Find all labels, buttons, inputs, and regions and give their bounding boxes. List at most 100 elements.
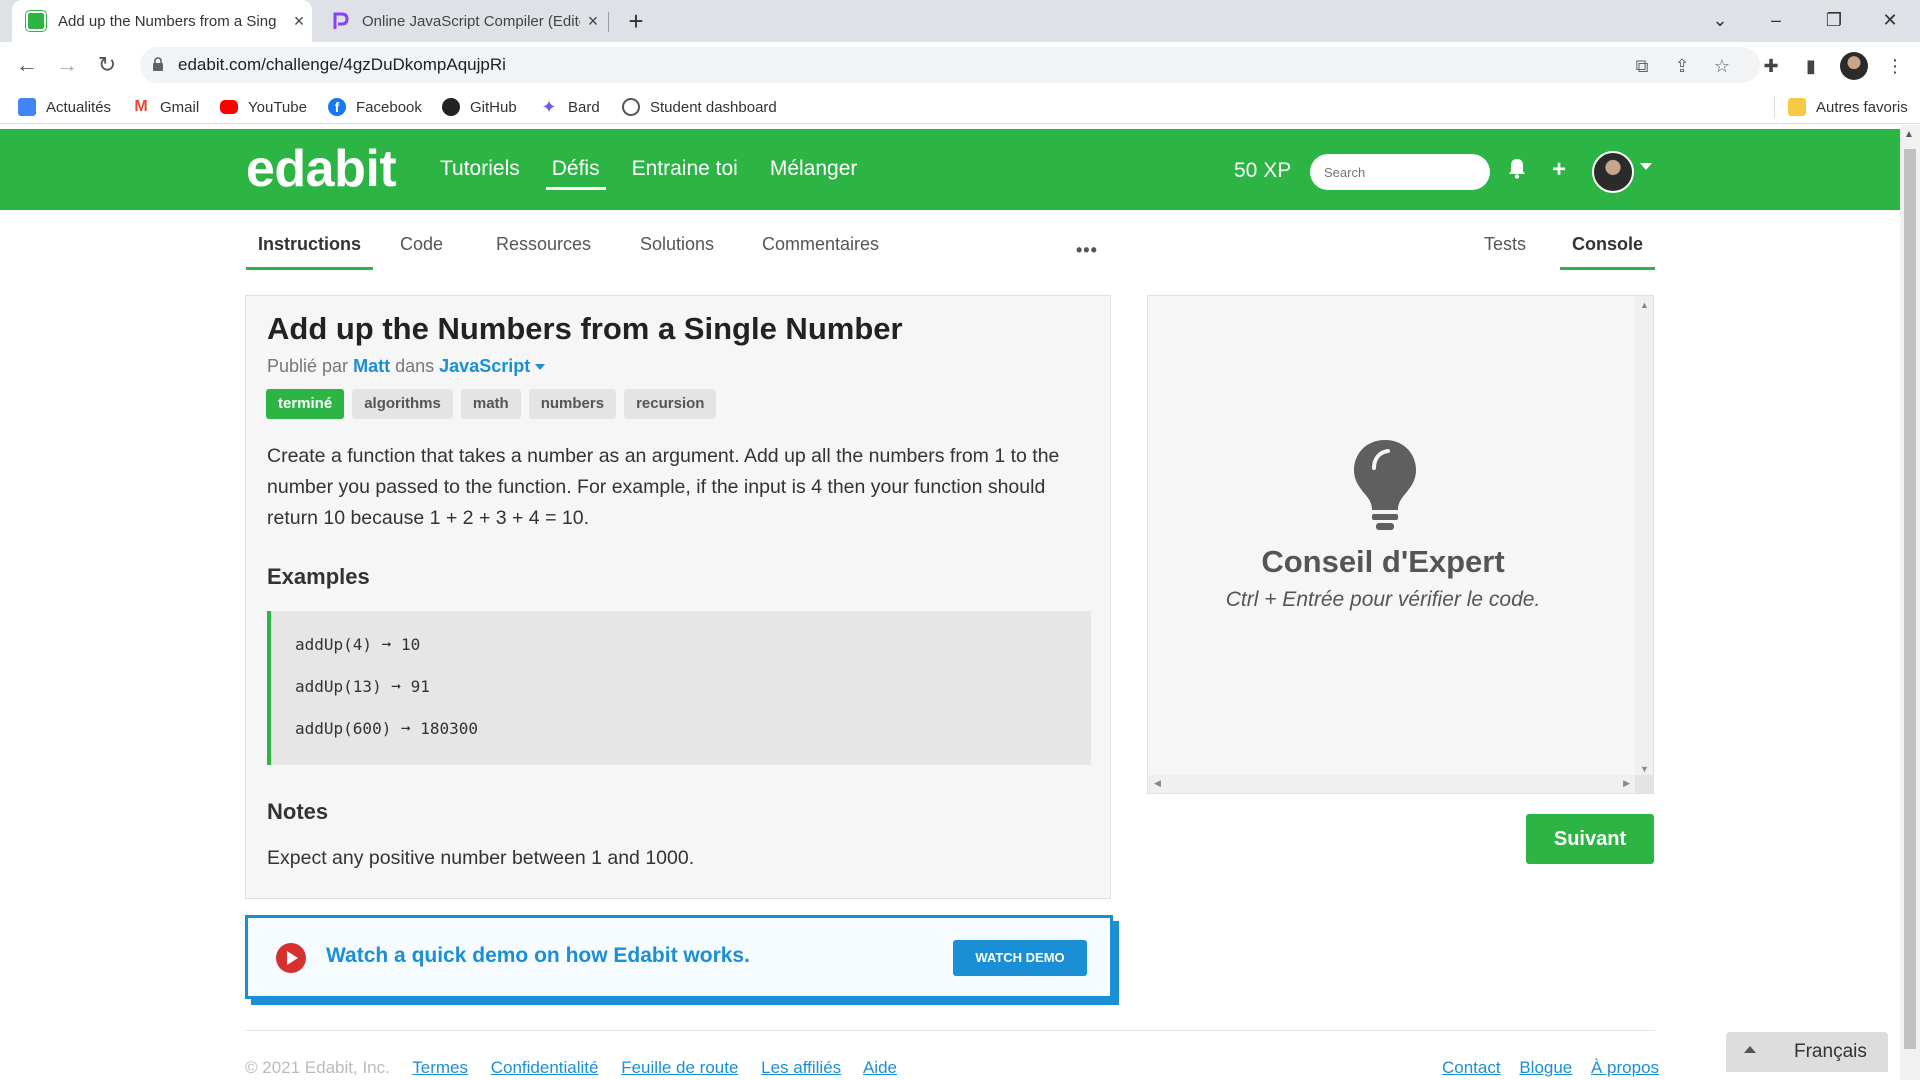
footer-link-feuille-de-route[interactable]: Feuille de route <box>621 1058 738 1077</box>
tag-status[interactable]: terminé <box>266 389 345 419</box>
bookmark-facebook[interactable]: f Facebook <box>328 96 422 118</box>
play-icon[interactable] <box>276 943 306 973</box>
search-input[interactable] <box>1310 154 1490 190</box>
console-panel[interactable]: ▲ ▼ ◀ ▶ Conseil d'Expert Ctrl + Entrée p… <box>1147 295 1654 794</box>
plus-icon[interactable]: + <box>1546 157 1572 183</box>
next-button[interactable]: Suivant <box>1526 814 1654 864</box>
edabit-logo[interactable]: edabit <box>246 139 397 199</box>
tab-solutions[interactable]: Solutions <box>628 226 726 267</box>
footer-link-a-propos[interactable]: À propos <box>1591 1058 1659 1077</box>
console-subtitle: Ctrl + Entrée pour vérifier le code. <box>1225 588 1541 611</box>
page-viewport: edabit Tutoriels Défis Entraine toi Méla… <box>0 125 1900 1080</box>
page-scrollbar[interactable]: ▲ <box>1900 125 1920 1080</box>
scroll-left-icon[interactable]: ◀ <box>1154 778 1161 789</box>
close-window-button[interactable]: ✕ <box>1862 0 1918 42</box>
translate-icon[interactable]: ⧉ <box>1630 54 1654 78</box>
forward-arrow-icon[interactable]: → <box>52 50 82 80</box>
footer-link-contact[interactable]: Contact <box>1442 1058 1501 1077</box>
tab-console[interactable]: Console <box>1560 226 1656 270</box>
browser-tab-bar: Add up the Numbers from a Sing × Online … <box>0 0 1920 42</box>
watch-demo-button[interactable]: WATCH DEMO <box>953 940 1087 976</box>
bookmark-label: GitHub <box>470 98 517 116</box>
bookmark-github[interactable]: GitHub <box>442 96 517 118</box>
bookmark-youtube[interactable]: YouTube <box>220 96 307 118</box>
footer-link-termes[interactable]: Termes <box>412 1058 468 1077</box>
extensions-puzzle-icon[interactable]: ✚ <box>1758 54 1784 78</box>
console-vertical-scrollbar[interactable]: ▲ ▼ <box>1635 296 1653 776</box>
restore-button[interactable]: ❐ <box>1806 0 1862 42</box>
bookmark-gmail[interactable]: M Gmail <box>132 96 199 118</box>
tab-instructions[interactable]: Instructions <box>246 226 374 270</box>
nav-melanger[interactable]: Mélanger <box>764 153 864 190</box>
share-icon[interactable]: ⇪ <box>1670 54 1694 78</box>
tab-search-chevron-icon[interactable]: ⌄ <box>1692 0 1748 42</box>
profile-avatar[interactable] <box>1840 52 1868 80</box>
bookmark-bard[interactable]: ✦ Bard <box>540 96 600 118</box>
bookmark-actualites[interactable]: Actualités <box>18 96 111 118</box>
example-line: addUp(13) ➞ 91 <box>295 677 430 696</box>
footer-left: © 2021 Edabit, Inc. Termes Confidentiali… <box>245 1058 915 1078</box>
tab-tests[interactable]: Tests <box>1472 226 1538 267</box>
other-bookmarks-folder[interactable]: Autres favoris <box>1788 96 1908 118</box>
scroll-up-icon[interactable]: ▲ <box>1640 300 1649 310</box>
github-icon <box>442 98 460 116</box>
new-tab-button[interactable]: + <box>620 6 652 38</box>
globe-icon <box>622 98 640 116</box>
footer-link-blogue[interactable]: Blogue <box>1519 1058 1572 1077</box>
footer-link-aide[interactable]: Aide <box>863 1058 897 1077</box>
scroll-down-icon[interactable]: ▼ <box>1640 764 1649 774</box>
language-dropdown[interactable]: JavaScript <box>439 356 530 376</box>
console-horizontal-scrollbar[interactable]: ◀ ▶ <box>1148 775 1636 793</box>
language-selector[interactable]: Français <box>1726 1032 1888 1072</box>
tab-code[interactable]: Code <box>388 226 455 267</box>
tag[interactable]: numbers <box>528 389 617 419</box>
tag[interactable]: algorithms <box>352 389 453 419</box>
side-panel-icon[interactable]: ▮ <box>1798 54 1824 78</box>
challenge-tabs: Instructions Code Ressources Solutions C… <box>246 226 1656 274</box>
browser-toolbar: ← → ↻ edabit.com/challenge/4gzDuDkompAqu… <box>0 42 1920 88</box>
demo-text[interactable]: Watch a quick demo on how Edabit works. <box>326 944 750 968</box>
browser-tab-active[interactable]: Add up the Numbers from a Sing × <box>12 0 312 42</box>
chevron-down-icon[interactable] <box>1640 163 1652 170</box>
footer-link-confidentialite[interactable]: Confidentialité <box>491 1058 599 1077</box>
bookmark-label: Actualités <box>46 98 112 116</box>
nav-defis[interactable]: Défis <box>545 153 606 190</box>
bell-icon[interactable] <box>1504 157 1530 183</box>
site-header: edabit Tutoriels Défis Entraine toi Méla… <box>0 129 1900 210</box>
bookmark-label: YouTube <box>248 98 307 116</box>
address-bar[interactable]: edabit.com/challenge/4gzDuDkompAqujpRi <box>140 47 1760 83</box>
close-tab-icon[interactable]: × <box>286 11 312 32</box>
minimize-button[interactable]: – <box>1748 0 1804 42</box>
bookmark-student-dashboard[interactable]: Student dashboard <box>622 96 777 118</box>
footer-link-affilies[interactable]: Les affiliés <box>761 1058 841 1077</box>
bookmark-star-icon[interactable]: ☆ <box>1710 54 1734 78</box>
google-news-icon <box>18 98 36 116</box>
chevron-down-icon[interactable] <box>535 364 546 371</box>
lock-icon <box>153 57 163 71</box>
bookmark-label: Bard <box>568 98 600 116</box>
author-link[interactable]: Matt <box>353 356 390 376</box>
scroll-up-icon[interactable]: ▲ <box>1904 129 1914 140</box>
lightbulb-icon <box>1354 440 1416 530</box>
browser-tab[interactable]: Online JavaScript Compiler (Edito × <box>316 0 606 42</box>
copyright: © 2021 Edabit, Inc. <box>245 1058 390 1077</box>
user-avatar[interactable] <box>1592 151 1634 193</box>
notes-text: Expect any positive number between 1 and… <box>267 847 695 869</box>
nav-entraine-toi[interactable]: Entraine toi <box>626 153 744 190</box>
instructions-panel: Add up the Numbers from a Single Number … <box>245 295 1111 899</box>
bookmarks-bar: Actualités M Gmail YouTube f Facebook Gi… <box>0 88 1920 124</box>
youtube-icon <box>220 100 238 114</box>
chevron-up-icon <box>1744 1046 1756 1053</box>
more-options-icon[interactable]: ••• <box>1076 240 1098 261</box>
close-tab-icon[interactable]: × <box>580 11 606 32</box>
tag[interactable]: math <box>460 389 521 419</box>
nav-tutoriels[interactable]: Tutoriels <box>434 153 526 190</box>
back-arrow-icon[interactable]: ← <box>12 50 42 80</box>
scrollbar-thumb[interactable] <box>1904 149 1916 1049</box>
tag[interactable]: recursion <box>624 389 717 419</box>
browser-menu-icon[interactable]: ⋮ <box>1882 54 1908 78</box>
scroll-right-icon[interactable]: ▶ <box>1623 778 1630 789</box>
tab-commentaires[interactable]: Commentaires <box>750 226 891 267</box>
reload-icon[interactable]: ↻ <box>92 50 122 80</box>
tab-ressources[interactable]: Ressources <box>484 226 603 267</box>
